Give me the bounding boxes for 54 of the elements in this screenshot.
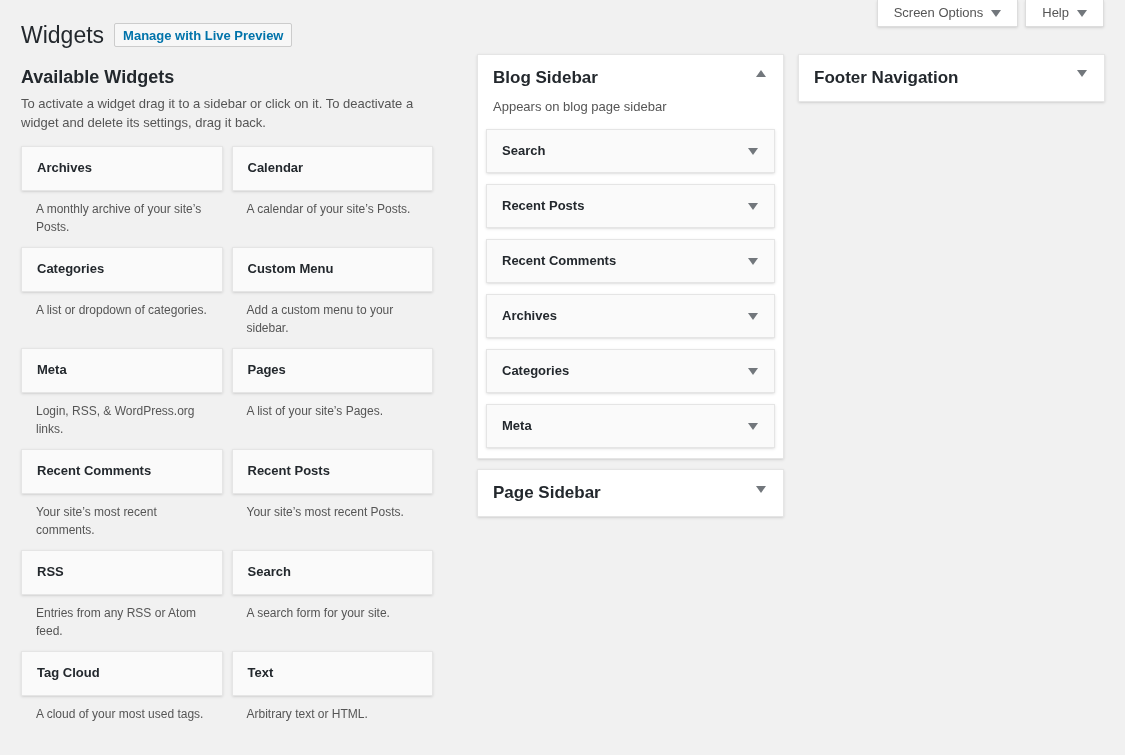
instructions-text: To activate a widget drag it to a sidebar or click on it. To deactivate a widget and delete its settings, drag it back.: [21, 94, 415, 132]
widget-title-bar[interactable]: Search: [231, 549, 433, 595]
widget-description: Arbitrary text or HTML.: [245, 705, 369, 723]
live-preview-button[interactable]: Manage with Live Preview: [114, 23, 293, 48]
widget-title-bar[interactable]: Archives: [486, 294, 775, 338]
widget-description: Your site’s most recent Posts.: [245, 503, 405, 521]
widget-description: A monthly archive of your site’s Posts.: [35, 200, 203, 236]
caret-down-icon: [748, 422, 758, 430]
widget-title-bar[interactable]: Recent Comments: [21, 448, 223, 494]
widget-name: Recent Comments: [502, 252, 617, 271]
caret-down-icon: [1077, 9, 1087, 17]
screen-meta-tab[interactable]: Screen Options: [876, 0, 1019, 27]
widget-title-bar[interactable]: Search: [486, 129, 775, 173]
widget-name: Recent Posts: [502, 197, 585, 216]
widget-title-bar[interactable]: Categories: [21, 246, 223, 292]
widget-title-bar[interactable]: Tag Cloud: [21, 650, 223, 696]
widget-description: A cloud of your most used tags.: [35, 705, 205, 723]
caret-down-icon: [991, 9, 1002, 17]
sidebar-title[interactable]: Page Sidebar: [493, 480, 601, 506]
caret-down-icon: [748, 257, 758, 265]
widget-description: Your site’s most recent comments.: [35, 503, 158, 539]
page-title: Widgets: [21, 21, 105, 50]
sidebar-description: Appears on blog page sidebar: [492, 97, 668, 116]
widget-title-bar[interactable]: Calendar: [231, 145, 433, 191]
widget-title-bar[interactable]: Text: [231, 650, 433, 696]
widget-title-bar[interactable]: Pages: [231, 347, 433, 393]
widget-title-bar[interactable]: Meta: [486, 404, 775, 448]
widget-description: A list of your site’s Pages.: [245, 402, 384, 420]
widget-description: Login, RSS, & WordPress.org links.: [35, 402, 196, 438]
screen-meta-tab[interactable]: Help: [1025, 0, 1104, 27]
widget-title-bar[interactable]: Recent Posts: [486, 184, 775, 228]
widget-description: Add a custom menu to your sidebar.: [245, 301, 395, 337]
sidebar-title[interactable]: Blog Sidebar: [493, 64, 598, 91]
widget-name: Meta: [502, 417, 532, 436]
widget-name: Categories: [502, 362, 570, 381]
caret-down-icon: [748, 202, 758, 210]
widget-title-bar[interactable]: Categories: [486, 349, 775, 393]
caret-down-icon: [748, 367, 758, 375]
sidebar-title[interactable]: Footer Navigation: [814, 64, 959, 91]
widget-description: A search form for your site.: [245, 604, 391, 622]
widget-title-bar[interactable]: Recent Comments: [486, 239, 775, 283]
widget-description: Entries from any RSS or Atom feed.: [35, 604, 198, 640]
caret-down-icon: [748, 312, 758, 320]
widget-description: A calendar of your site’s Posts.: [245, 200, 412, 218]
widget-title-bar[interactable]: Archives: [21, 145, 223, 191]
widget-title-bar[interactable]: Recent Posts: [231, 448, 433, 494]
widget-name: Archives: [502, 307, 557, 326]
section-title: Available Widgets: [21, 65, 176, 89]
widget-description: A list or dropdown of categories.: [35, 301, 208, 319]
widget-name: Search: [502, 142, 546, 161]
widget-title-bar[interactable]: Custom Menu: [231, 246, 433, 292]
caret-down-icon: [748, 147, 758, 155]
widget-title-bar[interactable]: RSS: [21, 549, 223, 595]
widget-title-bar[interactable]: Meta: [21, 347, 223, 393]
